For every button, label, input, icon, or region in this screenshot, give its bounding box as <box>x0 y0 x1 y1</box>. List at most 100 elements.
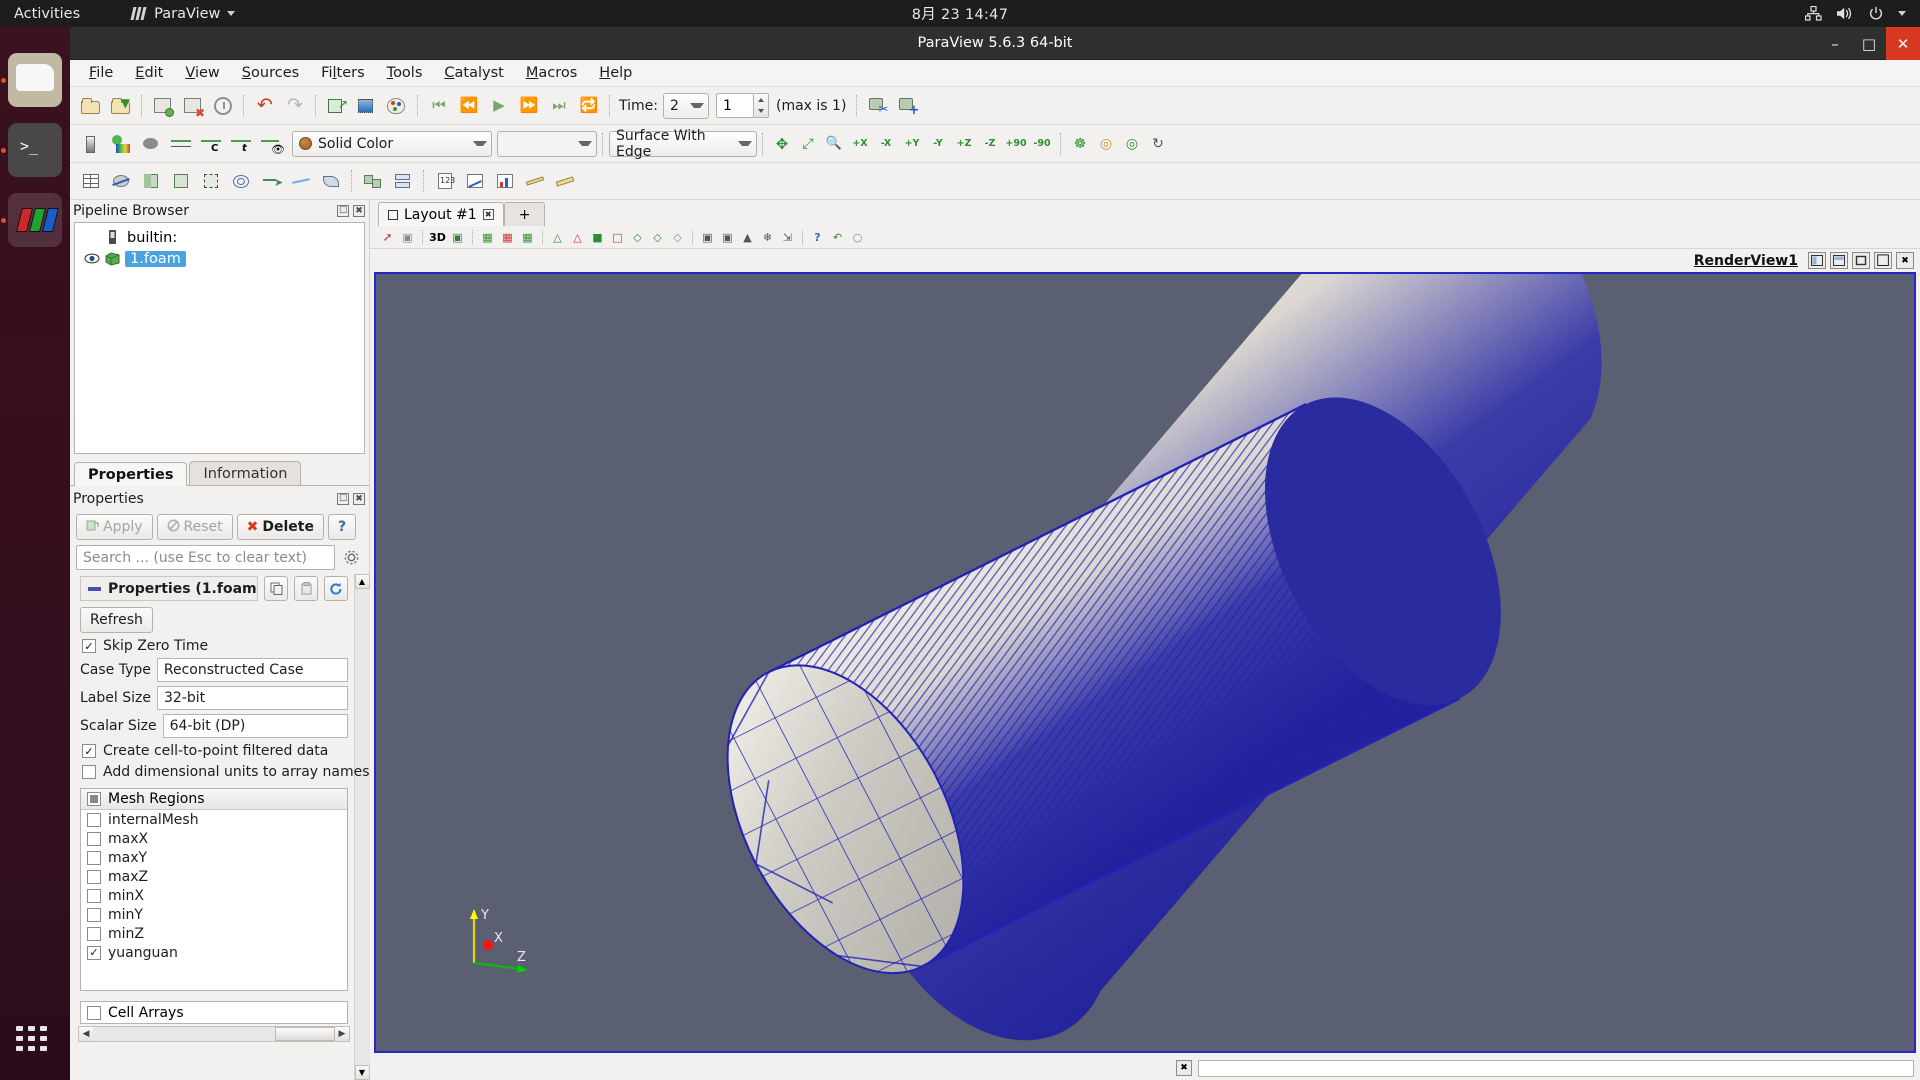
select-cells-through-icon[interactable]: ▦ <box>518 228 537 247</box>
case-type-value[interactable]: Reconstructed Case <box>156 658 348 682</box>
plot-over-line-icon[interactable] <box>461 167 489 195</box>
rescale-data-range-icon[interactable] <box>137 130 165 158</box>
clear-selection-icon[interactable]: ◇ <box>668 228 687 247</box>
help-icon[interactable]: ? <box>808 228 827 247</box>
undock-icon[interactable]: ☐ <box>337 493 349 505</box>
mesh-region-checkbox[interactable] <box>87 888 101 903</box>
edit-color-map-icon[interactable] <box>107 130 135 158</box>
calculator-icon[interactable]: 123 <box>431 167 459 195</box>
split-vertical-icon[interactable] <box>1830 252 1848 269</box>
cell-arrays-checkbox[interactable] <box>87 1005 101 1020</box>
show-center-icon[interactable]: ◎ <box>1093 131 1119 157</box>
select-block-icon[interactable]: ■ <box>588 228 607 247</box>
close-icon[interactable]: ✖ <box>1896 252 1914 269</box>
pick-center-icon[interactable]: ◎ <box>1119 131 1145 157</box>
select-cells-icon[interactable]: ▣ <box>398 228 417 247</box>
dock-item-paraview[interactable] <box>8 193 62 247</box>
refresh-button[interactable]: Refresh <box>80 607 153 633</box>
center-axes-icon[interactable]: ☸ <box>1067 131 1093 157</box>
zoom-to-box-icon[interactable]: 🔍 <box>821 131 847 157</box>
select-cells-on-icon[interactable]: ▦ <box>478 228 497 247</box>
tab-layout-1[interactable]: Layout #1 ✖ <box>378 202 504 226</box>
close-icon[interactable]: ✖ <box>482 209 494 220</box>
pipeline-browser-list[interactable]: builtin: 1.foam <box>74 222 365 454</box>
close-icon[interactable]: ✖ <box>353 493 365 505</box>
scroll-up-icon[interactable]: ▲ <box>354 574 370 589</box>
frustum-cells-icon[interactable]: △ <box>548 228 567 247</box>
neg-z-icon[interactable]: -Z <box>977 131 1003 157</box>
mesh-region-checkbox[interactable]: ✓ <box>87 945 101 960</box>
menu-file[interactable]: File <box>78 62 124 84</box>
menu-sources[interactable]: Sources <box>231 62 310 84</box>
dock-item-terminal[interactable]: >_ <box>8 123 62 177</box>
recent-files-icon[interactable]: ▼ <box>107 92 135 120</box>
list-item[interactable]: maxZ <box>81 867 347 886</box>
spreadsheet-icon[interactable] <box>77 167 105 195</box>
scalar-size-value[interactable]: 64-bit (DP) <box>162 714 348 738</box>
rescale-visible-icon[interactable]: t <box>227 130 255 158</box>
grow-selection-icon[interactable]: ▣ <box>698 228 717 247</box>
maximize-button[interactable]: □ <box>1852 27 1886 60</box>
help-button[interactable]: ? <box>327 514 357 540</box>
last-frame-icon[interactable]: ⏭ <box>545 92 573 120</box>
list-item[interactable]: minZ <box>81 924 347 943</box>
freeze-selection-icon[interactable]: ❄ <box>758 228 777 247</box>
pos-z-icon[interactable]: +Z <box>951 131 977 157</box>
open-file-icon[interactable] <box>77 92 105 120</box>
scrollbar-thumb[interactable] <box>275 1027 335 1041</box>
cancel-icon[interactable]: ✖ <box>1176 1060 1192 1076</box>
render-view-name[interactable]: RenderView1 <box>1694 253 1798 269</box>
glyph-icon[interactable]: ➤ <box>257 167 285 195</box>
scrollbar-track[interactable] <box>354 589 370 1065</box>
undo-selection-icon[interactable]: ↶ <box>828 228 847 247</box>
cell-arrays-listbox[interactable]: Cell Arrays <box>80 1001 348 1024</box>
tab-properties[interactable]: Properties <box>74 462 188 486</box>
show-applications-button[interactable] <box>16 1026 54 1056</box>
menu-filters[interactable]: Filters <box>310 62 375 84</box>
time-value-combo[interactable]: 2 <box>662 92 709 119</box>
redo-camera-icon[interactable] <box>353 92 381 120</box>
properties-vertical-scrollbar[interactable]: ▲ ▼ <box>354 574 370 1080</box>
list-item[interactable]: ✓ yuanguan <box>81 943 347 962</box>
dimensional-units-row[interactable]: Add dimensional units to array names <box>82 764 370 780</box>
pipeline-node-foam[interactable]: 1.foam <box>75 248 364 269</box>
list-item[interactable]: minY <box>81 905 347 924</box>
visibility-toggle[interactable] <box>81 251 103 267</box>
reset-camera-icon[interactable]: ✥ <box>769 131 795 157</box>
menu-macros[interactable]: Macros <box>515 62 588 84</box>
first-frame-icon[interactable]: ⏮ <box>425 92 453 120</box>
close-button[interactable]: ✕ <box>1886 27 1920 60</box>
pos-y-icon[interactable]: +Y <box>899 131 925 157</box>
rescale-temporal-icon[interactable]: C <box>197 130 225 158</box>
redo-selection-icon[interactable]: ○ <box>848 228 867 247</box>
select-points-on-icon[interactable]: ▦ <box>498 228 517 247</box>
mesh-region-checkbox[interactable] <box>87 907 101 922</box>
redo-icon[interactable]: ↷ <box>281 92 309 120</box>
list-item[interactable]: internalMesh <box>81 810 347 829</box>
restore-defaults-icon[interactable] <box>324 576 348 601</box>
color-palette-icon[interactable] <box>383 92 411 120</box>
hover-cells-icon[interactable]: ◇ <box>628 228 647 247</box>
delete-button[interactable]: ✖ Delete <box>236 514 324 540</box>
reset-center-icon[interactable]: ↻ <box>1145 131 1171 157</box>
close-icon[interactable]: ✖ <box>353 205 365 217</box>
maximize-icon[interactable] <box>1852 252 1870 269</box>
rescale-visible-range-icon[interactable]: 👁 <box>257 130 285 158</box>
rotate-plus-90-icon[interactable]: +90 <box>1003 131 1029 157</box>
mesh-region-checkbox[interactable] <box>87 812 101 827</box>
list-item[interactable]: maxY <box>81 848 347 867</box>
array-component-combo[interactable] <box>497 130 597 157</box>
extract-selection-icon[interactable]: ⇲ <box>778 228 797 247</box>
extract-subset-icon[interactable] <box>197 167 225 195</box>
properties-group-title-box[interactable]: Properties (1.foam <box>80 576 258 601</box>
menu-tools[interactable]: Tools <box>376 62 434 84</box>
tab-information[interactable]: Information <box>189 461 302 485</box>
label-size-value[interactable]: 32-bit <box>156 686 348 710</box>
group-datasets-icon[interactable] <box>359 167 387 195</box>
mesh-regions-header[interactable]: Mesh Regions <box>81 789 347 810</box>
camera-icon[interactable]: ▣ <box>448 228 467 247</box>
scroll-right-icon[interactable]: ▶ <box>335 1027 349 1041</box>
menu-catalyst[interactable]: Catalyst <box>433 62 514 84</box>
frame-spinbox[interactable]: 1 <box>715 93 769 118</box>
warp-icon[interactable] <box>317 167 345 195</box>
